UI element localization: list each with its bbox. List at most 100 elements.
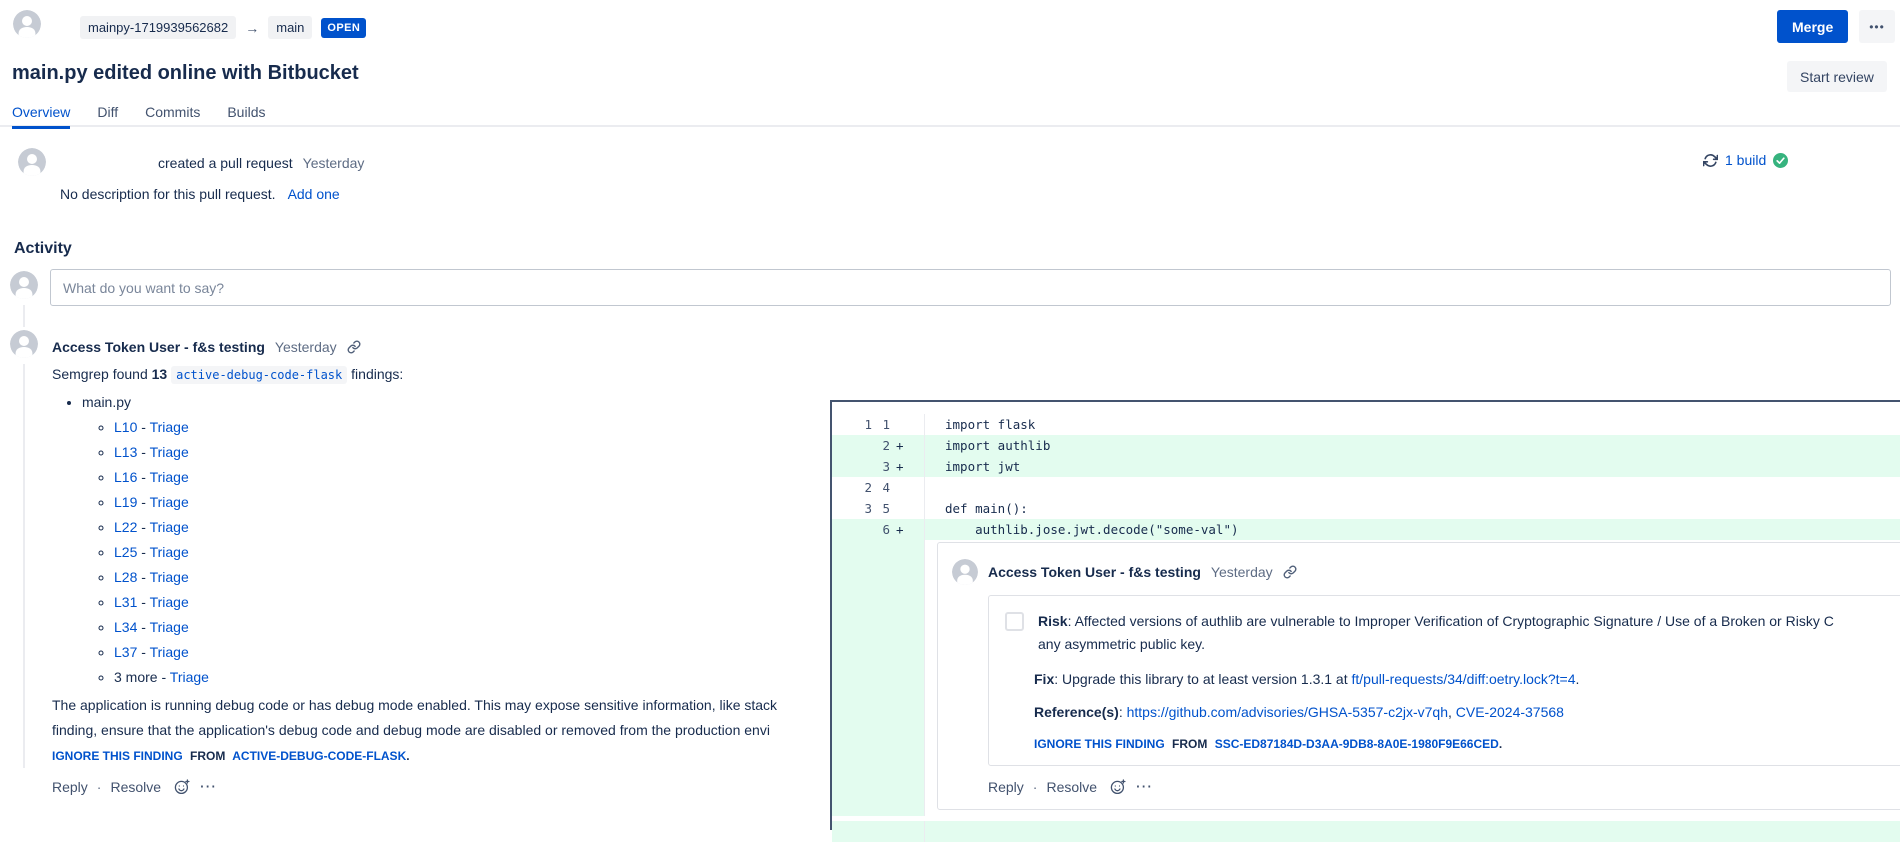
diff-row-clipped	[832, 821, 1900, 842]
tab-diff[interactable]: Diff	[97, 104, 118, 129]
no-description-row: No description for this pull request.Add…	[60, 186, 340, 202]
resolve-button[interactable]: Resolve	[1046, 779, 1097, 795]
risk-line: any asymmetric public key.	[1038, 633, 1900, 656]
add-description-link[interactable]: Add one	[288, 186, 340, 202]
reply-button[interactable]: Reply	[52, 779, 88, 795]
merge-button[interactable]: Merge	[1777, 10, 1848, 43]
tab-overview[interactable]: Overview	[12, 104, 70, 129]
diff-row: 24	[832, 477, 1900, 498]
fix-link[interactable]: ft/pull-requests/34/diff:oetry.lock?t=4	[1352, 671, 1576, 687]
ignore-rule-link[interactable]: ACTIVE-DEBUG-CODE-FLASK	[232, 749, 406, 763]
risk-text: Affected versions of authlib are vulnera…	[1075, 613, 1834, 629]
comment-more-icon[interactable]: ⋯	[1135, 782, 1152, 792]
finding-line-ref[interactable]: L34	[114, 619, 137, 635]
period: .	[1499, 737, 1502, 751]
ignore-id-link[interactable]: SSC-ED87184D-D3AA-9DB8-8A0E-1980F9E66CED	[1215, 737, 1499, 751]
composer-avatar	[10, 271, 38, 299]
branch-row: mainpy-1719939562682 → main OPEN	[80, 16, 366, 39]
finding-line-ref[interactable]: L22	[114, 519, 137, 535]
finding-line-ref: 3 more	[114, 669, 158, 685]
add-reaction-icon[interactable]	[1110, 779, 1126, 795]
triage-link[interactable]: Triage	[150, 469, 189, 485]
fix-line: Fix: Upgrade this library to at least ve…	[1034, 669, 1900, 689]
references-line: Reference(s): https://github.com/advisor…	[1034, 702, 1900, 722]
page-title: main.py edited online with Bitbucket	[12, 62, 359, 85]
start-review-button[interactable]: Start review	[1787, 61, 1887, 92]
finding-summary: Semgrep found 13 active-debug-code-flask…	[52, 366, 403, 382]
line-number-new: 2	[872, 438, 890, 453]
line-number-new: 4	[872, 480, 890, 495]
inline-comment-header: Access Token User - f&s testing Yesterda…	[952, 559, 1900, 585]
finding-line-ref[interactable]: L19	[114, 494, 137, 510]
more-actions-button[interactable]: •••	[1859, 10, 1895, 43]
period: .	[406, 749, 409, 763]
finding-line-ref[interactable]: L31	[114, 594, 137, 610]
finding-item: L22 - Triage	[114, 520, 209, 534]
add-reaction-icon[interactable]	[174, 779, 190, 795]
triage-link[interactable]: Triage	[170, 669, 209, 685]
cve-link[interactable]: CVE-2024-37568	[1456, 704, 1564, 720]
ignore-finding-link[interactable]: IGNORE THIS FINDING	[1034, 737, 1165, 751]
finding-line-ref[interactable]: L10	[114, 419, 137, 435]
permalink-icon[interactable]	[347, 340, 361, 354]
inline-comment-time: Yesterday	[1211, 564, 1273, 580]
finding-line-ref[interactable]: L28	[114, 569, 137, 585]
separator: -	[137, 419, 149, 435]
diff-marker: +	[890, 459, 910, 474]
finding-item: L31 - Triage	[114, 595, 209, 609]
diff-row: 11import flask	[832, 414, 1900, 435]
triage-link[interactable]: Triage	[150, 494, 189, 510]
tab-builds[interactable]: Builds	[227, 104, 265, 129]
build-count-link[interactable]: 1 build	[1725, 152, 1766, 168]
diff-marker: +	[890, 438, 910, 453]
finding-line-ref[interactable]: L13	[114, 444, 137, 460]
finding-item: L16 - Triage	[114, 470, 209, 484]
file-item: main.py L10 - TriageL13 - TriageL16 - Tr…	[82, 395, 209, 684]
triage-link[interactable]: Triage	[150, 594, 189, 610]
vulnerability-details-box: Risk: Affected versions of authlib are v…	[988, 595, 1900, 766]
finding-line-ref[interactable]: L37	[114, 644, 137, 660]
risk-line: Risk: Affected versions of authlib are v…	[1038, 610, 1900, 633]
diff-row: 35def main():	[832, 498, 1900, 519]
event-action: created a pull request	[158, 155, 293, 171]
triage-link[interactable]: Triage	[150, 644, 189, 660]
separator: -	[137, 644, 149, 660]
comment-input[interactable]	[50, 269, 1891, 306]
reply-button[interactable]: Reply	[988, 779, 1024, 795]
finding-item: L34 - Triage	[114, 620, 209, 634]
line-number-old: 1	[832, 417, 872, 432]
diff-preview-panel: 11import flask2+import authlib3+import j…	[830, 400, 1900, 830]
line-number-old: 2	[832, 480, 872, 495]
tab-commits[interactable]: Commits	[145, 104, 200, 129]
permalink-icon[interactable]	[1283, 565, 1297, 579]
finding-line-ref[interactable]: L16	[114, 469, 137, 485]
separator: -	[137, 469, 149, 485]
pr-author-avatar	[13, 10, 41, 38]
triage-link[interactable]: Triage	[150, 444, 189, 460]
triage-link[interactable]: Triage	[150, 569, 189, 585]
build-status: 1 build	[1703, 152, 1788, 168]
advisory-link[interactable]: https://github.com/advisories/GHSA-5357-…	[1127, 704, 1448, 720]
triage-link[interactable]: Triage	[150, 419, 189, 435]
pr-tabs: Overview Diff Commits Builds	[12, 104, 265, 129]
line-number-new: 3	[872, 459, 890, 474]
diff-row: 6+ authlib.jose.jwt.decode("some-val")	[832, 519, 1900, 540]
risk-label: Risk	[1038, 613, 1068, 629]
finding-line-ref[interactable]: L25	[114, 544, 137, 560]
summary-suffix: findings:	[351, 366, 403, 382]
separator: -	[137, 494, 149, 510]
ignore-finding-link[interactable]: IGNORE THIS FINDING	[52, 749, 183, 763]
triage-link[interactable]: Triage	[150, 519, 189, 535]
comment-more-icon[interactable]: ⋯	[199, 782, 216, 792]
risk-checkbox[interactable]	[1005, 612, 1024, 631]
file-name: main.py	[82, 394, 131, 410]
line-number-new: 1	[872, 417, 890, 432]
thread-line	[23, 364, 25, 768]
resolve-button[interactable]: Resolve	[110, 779, 161, 795]
triage-link[interactable]: Triage	[150, 544, 189, 560]
finding-item: L37 - Triage	[114, 645, 209, 659]
fix-label: Fix	[1034, 671, 1054, 687]
triage-link[interactable]: Triage	[150, 619, 189, 635]
target-branch-chip: main	[268, 16, 312, 39]
diff-gutter-added	[832, 540, 924, 816]
